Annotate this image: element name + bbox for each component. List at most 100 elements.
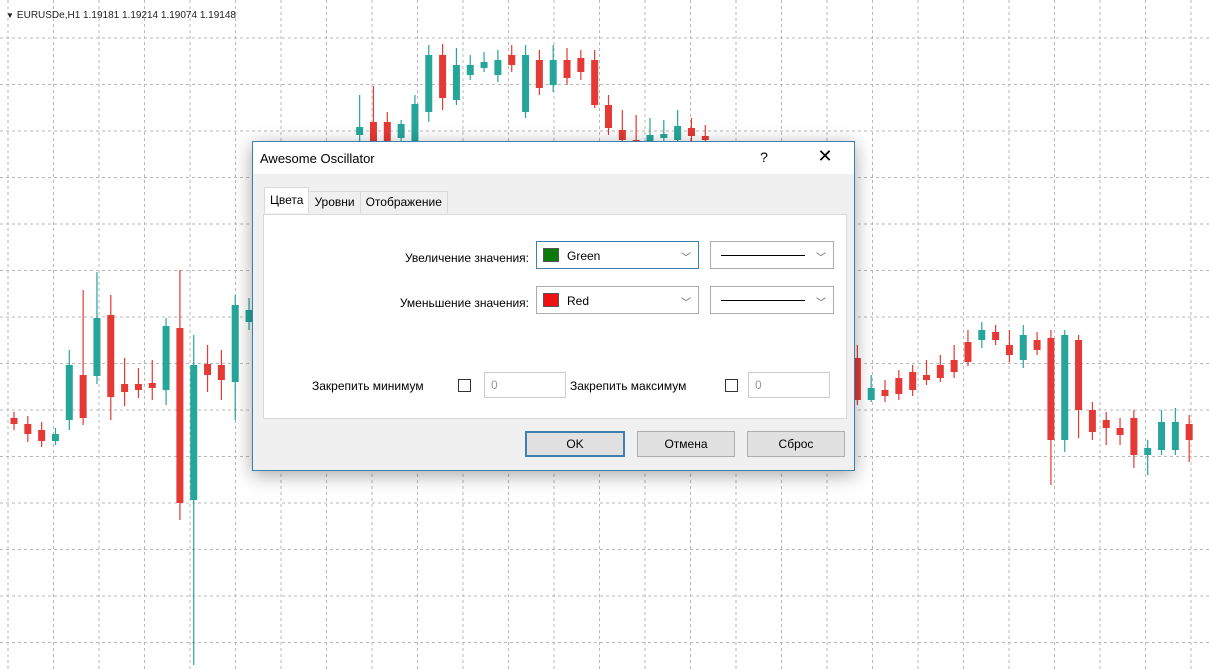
candle-body bbox=[1061, 335, 1069, 440]
candle-body bbox=[51, 434, 59, 441]
candle-body bbox=[909, 372, 917, 390]
candle-bearish bbox=[176, 270, 184, 520]
increase-color-select[interactable]: Green ﹀ bbox=[536, 241, 699, 269]
fix-minimum-label: Закрепить минимум bbox=[312, 379, 424, 393]
reset-button[interactable]: Сброс bbox=[747, 431, 845, 457]
candle-body bbox=[369, 122, 377, 142]
decrease-color-value: Red bbox=[567, 294, 590, 308]
candle-body bbox=[674, 126, 682, 140]
candle-bullish bbox=[867, 375, 875, 402]
candle-bearish bbox=[38, 422, 46, 447]
candle-bearish bbox=[964, 330, 972, 366]
candle-body bbox=[687, 128, 695, 136]
line-style-sample bbox=[721, 255, 805, 256]
candle-bearish bbox=[563, 48, 571, 85]
candle-bearish bbox=[909, 365, 917, 396]
increase-color-value: Green bbox=[567, 249, 601, 263]
candle-body bbox=[978, 330, 986, 340]
candle-body bbox=[1005, 345, 1013, 355]
colors-panel: Увеличение значения: Green ﹀ ﹀ Уменьшени… bbox=[263, 214, 847, 419]
candle-bullish bbox=[231, 295, 239, 420]
candle-body bbox=[134, 384, 142, 390]
color-swatch-red bbox=[543, 293, 559, 307]
chevron-down-icon: ﹀ bbox=[681, 253, 691, 264]
candle-body bbox=[964, 342, 972, 362]
candle-body bbox=[1019, 335, 1027, 360]
candle-bearish bbox=[936, 355, 944, 382]
candle-bearish bbox=[1088, 402, 1096, 440]
candle-body bbox=[1116, 428, 1124, 435]
candle-body bbox=[425, 55, 433, 112]
candle-body bbox=[356, 127, 364, 135]
chevron-down-icon: ﹀ bbox=[681, 298, 691, 309]
chevron-down-icon: ﹀ bbox=[816, 253, 826, 264]
indicator-dialog: Awesome Oscillator ? ✕ Цвета Уровни Отоб… bbox=[252, 141, 855, 471]
candle-bearish bbox=[577, 50, 585, 80]
fix-maximum-input[interactable]: 0 bbox=[748, 372, 830, 398]
candle-bullish bbox=[466, 55, 474, 80]
increase-value-label: Увеличение значения: bbox=[404, 251, 529, 265]
ok-button[interactable]: OK bbox=[525, 431, 625, 457]
candle-body bbox=[439, 55, 447, 98]
dialog-titlebar[interactable]: Awesome Oscillator ? ✕ bbox=[253, 142, 854, 174]
tab-strip: Цвета Уровни Отображение bbox=[264, 187, 448, 213]
candle-bearish bbox=[1102, 412, 1110, 445]
candle-body bbox=[1047, 338, 1055, 440]
candle-body bbox=[535, 60, 543, 88]
decrease-color-select[interactable]: Red ﹀ bbox=[536, 286, 699, 314]
candle-bearish bbox=[134, 368, 142, 398]
candle-body bbox=[549, 60, 557, 85]
candle-bearish bbox=[1047, 330, 1055, 485]
candle-bearish bbox=[79, 290, 87, 425]
candle-body bbox=[1075, 340, 1083, 410]
candle-bearish bbox=[895, 370, 903, 400]
candle-bearish bbox=[881, 380, 889, 402]
tab-colors[interactable]: Цвета bbox=[264, 187, 310, 213]
help-icon[interactable]: ? bbox=[754, 149, 774, 165]
candle-bearish bbox=[1033, 332, 1041, 355]
candle-body bbox=[605, 105, 612, 128]
candle-bullish bbox=[51, 428, 59, 445]
candle-body bbox=[480, 62, 488, 68]
fix-minimum-checkbox[interactable] bbox=[458, 379, 471, 392]
candle-body bbox=[950, 360, 958, 372]
candle-body bbox=[1033, 340, 1041, 350]
candle-bearish bbox=[591, 50, 599, 108]
candle-body bbox=[162, 326, 170, 390]
candle-bullish bbox=[522, 45, 530, 118]
candle-body bbox=[79, 375, 87, 418]
candle-body bbox=[992, 332, 1000, 340]
decrease-line-style-select[interactable]: ﹀ bbox=[710, 286, 834, 314]
candle-body bbox=[936, 365, 944, 378]
candle-bullish bbox=[1061, 330, 1069, 452]
candle-body bbox=[522, 55, 530, 112]
candle-bullish bbox=[1019, 325, 1027, 368]
candle-body bbox=[107, 315, 115, 397]
candle-bearish bbox=[217, 350, 225, 400]
candle-body bbox=[121, 384, 129, 392]
candle-bearish bbox=[121, 358, 129, 406]
candle-bullish bbox=[190, 335, 198, 665]
candle-body bbox=[452, 65, 460, 100]
candle-bullish bbox=[480, 52, 488, 72]
tab-display[interactable]: Отображение bbox=[359, 191, 448, 213]
candle-body bbox=[93, 318, 101, 376]
candle-bullish bbox=[549, 45, 557, 92]
candle-body bbox=[895, 378, 903, 394]
fix-maximum-checkbox[interactable] bbox=[725, 379, 738, 392]
candle-body bbox=[1102, 420, 1110, 428]
tab-levels[interactable]: Уровни bbox=[308, 191, 361, 213]
candle-bearish bbox=[508, 45, 516, 72]
candle-body bbox=[38, 430, 46, 441]
candle-body bbox=[1185, 424, 1193, 440]
fix-minimum-input[interactable]: 0 bbox=[484, 372, 566, 398]
candle-bearish bbox=[992, 325, 1000, 345]
candle-body bbox=[24, 424, 32, 434]
line-style-sample bbox=[721, 300, 805, 301]
close-icon[interactable]: ✕ bbox=[814, 146, 836, 167]
cancel-button[interactable]: Отмена bbox=[637, 431, 735, 457]
increase-line-style-select[interactable]: ﹀ bbox=[710, 241, 834, 269]
candle-body bbox=[231, 305, 239, 382]
candle-body bbox=[1158, 422, 1166, 450]
candle-bearish bbox=[439, 44, 447, 110]
